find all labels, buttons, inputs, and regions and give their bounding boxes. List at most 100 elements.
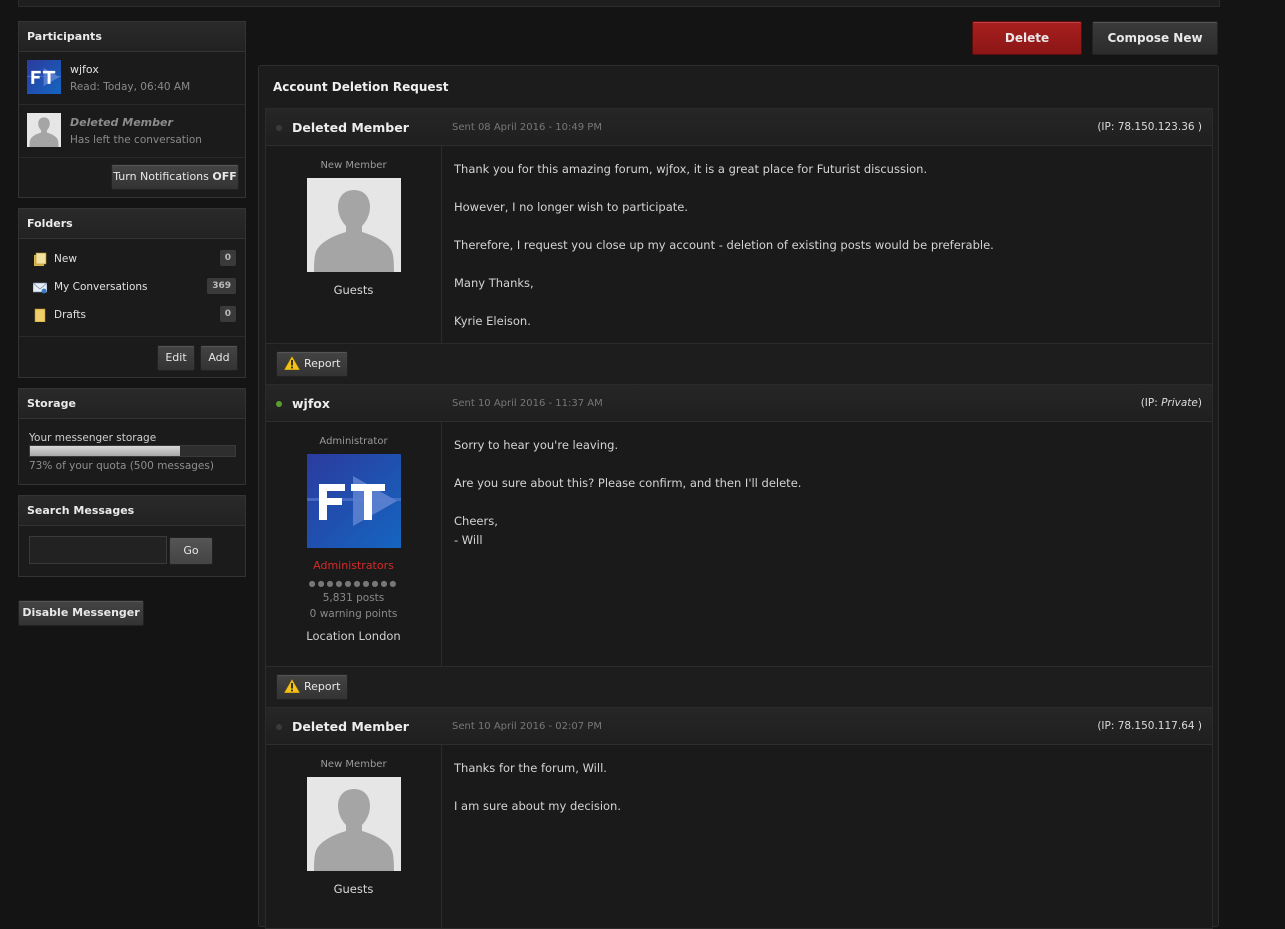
participant-wjfox[interactable]: wjfox Read: Today, 06:40 AM <box>19 52 245 105</box>
post-paragraph: I am sure about my decision. <box>454 799 621 813</box>
report-button[interactable]: Report <box>276 351 348 377</box>
mail-icon <box>33 282 47 294</box>
post-paragraph: Many Thanks, <box>454 276 534 290</box>
post-date: Sent 10 April 2016 - 11:37 AM <box>452 398 603 409</box>
ft-avatar-icon[interactable] <box>307 454 401 548</box>
post-content: Thanks for the forum, Will. I am sure ab… <box>454 759 1200 835</box>
online-status-icon <box>276 401 282 407</box>
offline-status-icon <box>276 125 282 131</box>
warning-icon <box>284 356 300 370</box>
participant-status: Has left the conversation <box>70 134 202 146</box>
author-location: Location London <box>306 629 401 643</box>
folder-count: 0 <box>219 250 236 266</box>
post-paragraph: Therefore, I request you close up my acc… <box>454 238 994 252</box>
post-1: Deleted Member Sent 08 April 2016 - 10:4… <box>265 108 1213 385</box>
post-header: Deleted Member Sent 10 April 2016 - 02:0… <box>266 708 1212 745</box>
folder-new-icon <box>34 252 47 266</box>
post-ip: (IP: 78.150.123.36 ) <box>1097 121 1202 133</box>
folder-my-conversations[interactable]: My Conversations 369 <box>19 273 245 301</box>
notifications-state: OFF <box>212 170 237 183</box>
ip-suffix: ) <box>1197 397 1202 409</box>
participant-deleted: Deleted Member Has left the conversation <box>19 105 245 158</box>
folder-label[interactable]: My Conversations <box>54 281 148 293</box>
folders-title: Folders <box>19 209 245 239</box>
participants-panel: Participants wjfox Read: Today, 06:40 AM… <box>18 21 246 198</box>
post-author: Deleted Member <box>292 719 409 734</box>
post-paragraph: Sorry to hear you're leaving. <box>454 438 619 452</box>
author-group: Guests <box>333 882 374 896</box>
compose-new-button[interactable]: Compose New <box>1092 21 1218 55</box>
author-warning-points: 0 warning points <box>309 608 398 620</box>
ip-suffix: ) <box>1194 121 1202 133</box>
conversation-panel: Account Deletion Request Deleted Member … <box>258 65 1219 929</box>
participant-status: Read: Today, 06:40 AM <box>70 81 191 93</box>
post-paragraph: Kyrie Eleison. <box>454 314 531 328</box>
post-ip: (IP: 78.150.117.64 ) <box>1097 720 1202 732</box>
post-content: Thank you for this amazing forum, wjfox,… <box>454 160 1200 350</box>
ip-suffix: ) <box>1194 720 1202 732</box>
ip-prefix: (IP: <box>1097 121 1118 133</box>
folder-icon <box>34 308 46 322</box>
breadcrumb-bar <box>18 0 1220 7</box>
guest-avatar-icon <box>307 178 401 272</box>
delete-conversation-button[interactable]: Delete <box>972 21 1082 55</box>
post-body: New Member Guests Thanks for the forum, … <box>266 745 1212 929</box>
post-content: Sorry to hear you're leaving. Are you su… <box>454 436 1200 550</box>
folders-panel: Folders New 0 My Conversations 369 Draft… <box>18 208 246 378</box>
notifications-label: Turn Notifications <box>113 170 209 183</box>
ip-value: 78.150.123.36 <box>1117 121 1195 133</box>
report-label: Report <box>304 680 341 693</box>
search-go-button[interactable]: Go <box>169 537 213 565</box>
author-group: Guests <box>333 283 374 297</box>
guest-avatar-icon <box>307 777 401 871</box>
participant-name: Deleted Member <box>70 116 173 129</box>
post-paragraph: However, I no longer wish to participate… <box>454 200 689 214</box>
folder-label[interactable]: Drafts <box>54 309 86 321</box>
ip-prefix: (IP: <box>1140 397 1162 409</box>
ft-avatar-icon[interactable] <box>27 60 61 94</box>
post-author[interactable]: wjfox <box>292 396 330 411</box>
post-paragraph: Are you sure about this? Please confirm,… <box>454 476 802 490</box>
storage-panel: Storage Your messenger storage 73% of yo… <box>18 388 246 485</box>
post-ip: (IP: Private) <box>1141 397 1202 409</box>
author-group: Administrators <box>313 559 394 572</box>
search-input[interactable] <box>29 536 167 564</box>
notifications-toggle-button[interactable]: Turn Notifications OFF <box>111 164 239 190</box>
post-author: Deleted Member <box>292 120 409 135</box>
storage-progress-fill <box>30 446 180 456</box>
author-info: Administrator Administrators ●●●●●●●●●● … <box>266 422 442 666</box>
post-date: Sent 08 April 2016 - 10:49 PM <box>452 122 602 133</box>
ip-prefix: (IP: <box>1097 720 1118 732</box>
warning-icon <box>284 679 300 693</box>
report-button[interactable]: Report <box>276 674 348 700</box>
post-paragraph: - Will <box>454 533 483 547</box>
guest-avatar-icon <box>27 113 61 147</box>
post-3: Deleted Member Sent 10 April 2016 - 02:0… <box>265 707 1213 929</box>
post-date: Sent 10 April 2016 - 02:07 PM <box>452 721 602 732</box>
search-title: Search Messages <box>19 496 245 526</box>
post-2: wjfox Sent 10 April 2016 - 11:37 AM (IP:… <box>265 384 1213 708</box>
conversation-title: Account Deletion Request <box>273 80 449 94</box>
storage-progress-bar <box>29 445 236 457</box>
author-info: New Member Guests <box>266 146 442 343</box>
folder-label[interactable]: New <box>54 253 77 265</box>
post-footer: Report <box>266 343 1212 384</box>
author-rank: New Member <box>320 759 387 770</box>
disable-messenger-button[interactable]: Disable Messenger <box>18 600 144 626</box>
edit-folders-button[interactable]: Edit <box>157 345 195 371</box>
rank-pips-icon: ●●●●●●●●●● <box>308 579 399 588</box>
storage-label: Your messenger storage <box>29 432 157 444</box>
participants-title: Participants <box>19 22 245 52</box>
ip-value: Private <box>1161 397 1198 409</box>
post-paragraph: Thanks for the forum, Will. <box>454 761 607 775</box>
post-paragraph: Cheers, <box>454 514 498 528</box>
author-rank: Administrator <box>319 436 388 447</box>
author-post-count: 5,831 posts <box>322 592 385 604</box>
folder-new[interactable]: New 0 <box>19 245 245 273</box>
participant-name[interactable]: wjfox <box>70 63 99 76</box>
storage-summary: 73% of your quota (500 messages) <box>29 460 214 472</box>
folder-drafts[interactable]: Drafts 0 <box>19 301 245 329</box>
post-header: wjfox Sent 10 April 2016 - 11:37 AM (IP:… <box>266 385 1212 422</box>
report-label: Report <box>304 357 341 370</box>
add-folder-button[interactable]: Add <box>200 345 238 371</box>
